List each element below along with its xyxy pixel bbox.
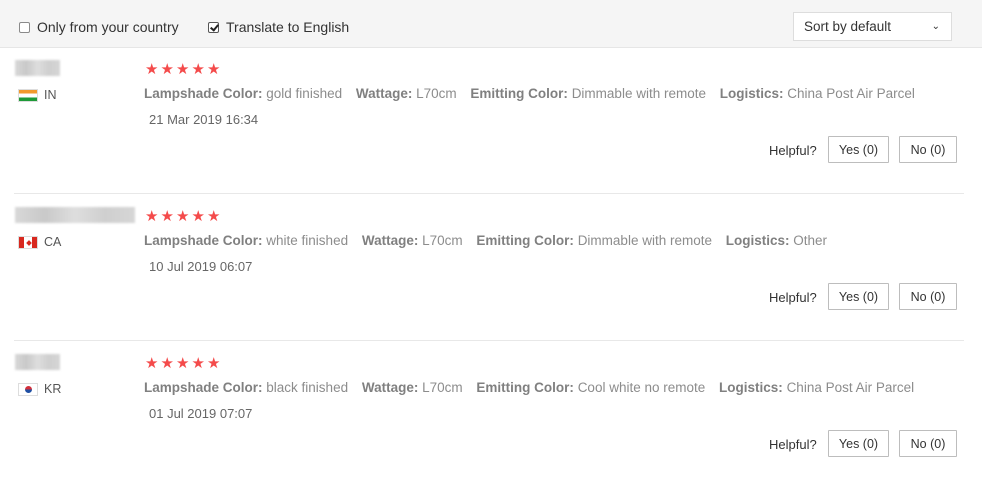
review-attributes: Lampshade Color: black finished Wattage:… [144,380,924,395]
review-date: 01 Jul 2019 07:07 [149,406,253,421]
review-attributes: Lampshade Color: gold finished Wattage: … [144,86,925,101]
attr-lampshade-color: Lampshade Color: gold finished [144,86,343,101]
star-icon: ★ [191,208,205,225]
only-from-country-checkbox[interactable] [19,21,30,33]
review-attributes: Lampshade Color: white finished Wattage:… [144,233,837,248]
rating-stars: ★ ★ ★ ★ ★ [145,356,222,371]
translate-checkbox[interactable] [208,21,219,33]
helpful-yes-button[interactable]: Yes (0) [828,430,889,457]
review-item: KR ★ ★ ★ ★ ★ Lampshade Color: black fini… [0,341,982,488]
attr-wattage: Wattage: L70cm [355,86,457,101]
reviewer-name-blurred [15,354,60,370]
attr-lampshade-color: Lampshade Color: white finished [144,233,349,248]
reviewer-country: KR [18,382,61,396]
attr-logistics: Logistics: China Post Air Parcel [719,86,915,101]
star-icon: ★ [176,208,190,225]
helpful-no-button[interactable]: No (0) [899,283,957,310]
country-code: KR [44,382,62,396]
chevron-down-icon: ⌄ [931,21,940,32]
india-flag-icon [18,88,38,102]
helpful-no-button[interactable]: No (0) [899,136,957,163]
star-icon: ★ [160,208,174,225]
review-date: 10 Jul 2019 06:07 [149,259,253,274]
only-from-country-label: Only from your country [37,19,179,35]
star-icon: ★ [160,355,174,372]
country-code: CA [44,235,62,249]
helpful-yes-button[interactable]: Yes (0) [828,283,889,310]
helpful-label: Helpful? [769,437,817,452]
country-code: IN [44,88,57,102]
star-icon: ★ [207,61,221,78]
attr-logistics: Logistics: Other [725,233,828,248]
rating-stars: ★ ★ ★ ★ ★ [145,209,222,224]
star-icon: ★ [191,61,205,78]
star-icon: ★ [160,61,174,78]
south-korea-flag-icon [18,382,38,396]
sort-select[interactable]: Sort by default ⌄ [793,12,952,41]
attr-emitting-color: Emitting Color: Cool white no remote [476,380,706,395]
rating-stars: ★ ★ ★ ★ ★ [145,62,222,77]
attr-wattage: Wattage: L70cm [361,380,463,395]
star-icon: ★ [145,355,159,372]
attr-emitting-color: Emitting Color: Dimmable with remote [476,233,712,248]
reviewer-country: CA [18,235,61,249]
translate-option[interactable]: Translate to English [208,19,349,35]
reviewer-name-blurred [15,60,60,76]
helpful-yes-button[interactable]: Yes (0) [828,136,889,163]
review-item: CA ★ ★ ★ ★ ★ Lampshade Color: white fini… [0,194,982,341]
star-icon: ★ [176,61,190,78]
star-icon: ★ [145,61,159,78]
attr-wattage: Wattage: L70cm [361,233,463,248]
canada-flag-icon [18,235,38,249]
only-from-country-option[interactable]: Only from your country [19,19,179,35]
star-icon: ★ [191,355,205,372]
reviewer-name-blurred [15,207,135,223]
review-item: IN ★ ★ ★ ★ ★ Lampshade Color: gold finis… [0,47,982,194]
star-icon: ★ [176,355,190,372]
translate-label: Translate to English [226,19,350,35]
attr-logistics: Logistics: China Post Air Parcel [719,380,915,395]
helpful-label: Helpful? [769,143,817,158]
helpful-label: Helpful? [769,290,817,305]
helpful-no-button[interactable]: No (0) [899,430,957,457]
review-filter-bar: Only from your country Translate to Engl… [0,0,982,48]
star-icon: ★ [207,355,221,372]
star-icon: ★ [145,208,159,225]
attr-lampshade-color: Lampshade Color: black finished [144,380,349,395]
star-icon: ★ [207,208,221,225]
attr-emitting-color: Emitting Color: Dimmable with remote [470,86,706,101]
review-date: 21 Mar 2019 16:34 [149,112,259,127]
reviewer-country: IN [18,88,57,102]
sort-select-value: Sort by default [804,19,892,34]
